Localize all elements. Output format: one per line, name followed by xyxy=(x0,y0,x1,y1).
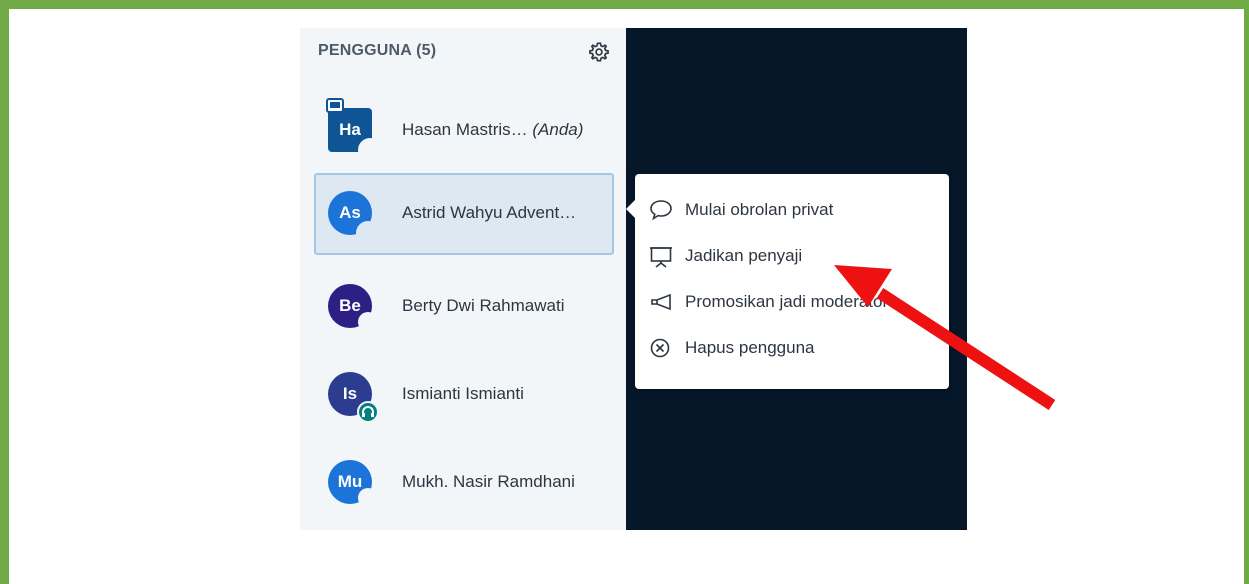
presentation-icon xyxy=(650,247,672,268)
menu-item-label: Jadikan penyaji xyxy=(685,246,803,265)
user-list-panel: PENGGUNA (5) Ha Hasan Mastris… (Anda) As… xyxy=(300,28,626,530)
menu-item-label: Hapus pengguna xyxy=(685,338,815,357)
avatar-initials: As xyxy=(339,203,361,222)
user-list-item[interactable]: Ha Hasan Mastris… (Anda) xyxy=(314,90,614,172)
chat-bubble-icon xyxy=(650,200,672,221)
megaphone-icon xyxy=(651,293,671,311)
status-dot xyxy=(358,138,382,162)
user-list-item[interactable]: Mu Mukh. Nasir Ramdhani xyxy=(314,442,614,524)
gear-icon[interactable] xyxy=(588,41,610,63)
remove-circle-icon xyxy=(650,338,670,358)
user-list-item[interactable]: Be Berty Dwi Rahmawati xyxy=(314,266,614,348)
headphones-icon xyxy=(357,401,379,423)
status-dot xyxy=(356,221,380,245)
menu-item-label: Mulai obrolan privat xyxy=(685,200,834,219)
avatar-initials: Be xyxy=(339,296,361,315)
user-name: Hasan Mastris… (Anda) xyxy=(402,120,584,139)
menu-item-private-chat[interactable]: Mulai obrolan privat xyxy=(649,196,939,226)
presenter-badge-icon xyxy=(326,98,344,113)
user-list-item-selected[interactable]: As Astrid Wahyu Advent… xyxy=(314,173,614,255)
avatar-initials: Ha xyxy=(339,120,361,139)
user-list-item[interactable]: Is Ismianti Ismianti xyxy=(314,354,614,436)
status-dot xyxy=(358,488,378,508)
user-list-header: PENGGUNA (5) xyxy=(318,42,437,59)
user-name: Ismianti Ismianti xyxy=(402,384,524,403)
menu-caret xyxy=(626,199,636,219)
user-name: Berty Dwi Rahmawati xyxy=(402,296,565,315)
user-name: Astrid Wahyu Advent… xyxy=(402,203,577,222)
avatar-initials: Mu xyxy=(337,472,363,491)
user-name: Mukh. Nasir Ramdhani xyxy=(402,472,575,491)
avatar-initials: Is xyxy=(342,384,358,403)
red-arrow-annotation xyxy=(834,265,1056,411)
you-label: (Anda) xyxy=(532,120,584,139)
status-dot xyxy=(358,312,378,332)
